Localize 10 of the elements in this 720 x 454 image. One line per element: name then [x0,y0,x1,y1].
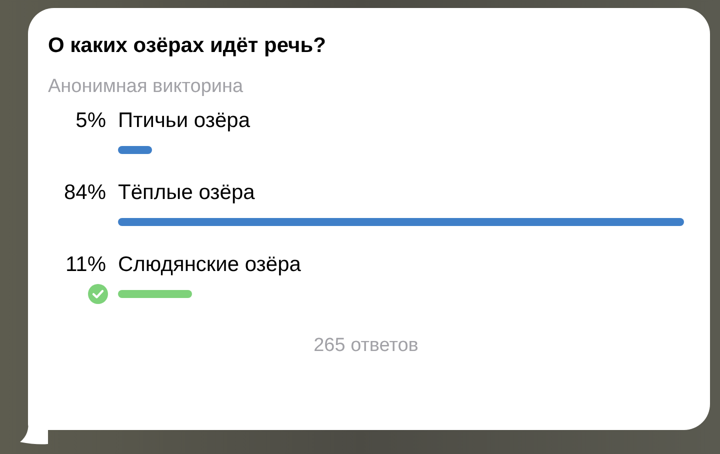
answers-count: 265 ответов [314,334,418,358]
option-percent: 84% [62,180,106,206]
poll-question: О каких озёрах идёт речь? [48,34,327,58]
check-icon [88,284,108,304]
option-label: Слюдянские озёра [118,252,301,278]
poll-type-label: Анонимная викторина [48,76,244,98]
option-percent: 5% [74,108,106,134]
option-label: Тёплые озёра [118,180,255,206]
option-label: Птичьи озёра [118,108,250,134]
option-percent: 11% [64,252,106,278]
